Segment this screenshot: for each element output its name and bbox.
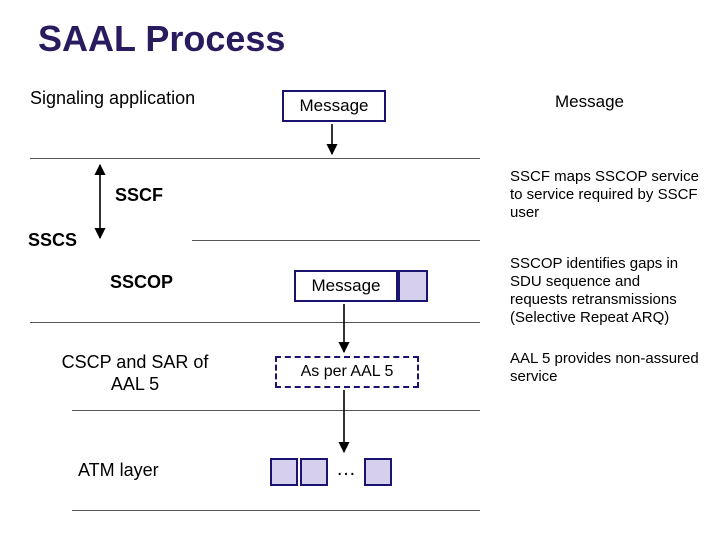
atm-cell — [300, 458, 328, 486]
atm-cell — [364, 458, 392, 486]
separator-line — [72, 510, 480, 511]
label-signaling-application: Signaling application — [30, 88, 195, 109]
desc-sscop: SSCOP identifies gaps in SDU sequence an… — [510, 255, 700, 327]
separator-line — [72, 410, 480, 411]
label-sscs: SSCS — [28, 230, 77, 251]
label-sscf: SSCF — [115, 185, 163, 206]
text-message-header: Message — [555, 92, 624, 112]
separator-line — [192, 240, 480, 241]
atm-cell — [270, 458, 298, 486]
box-sscop-trailer — [398, 270, 428, 302]
box-message-top: Message — [282, 90, 386, 122]
label-sscop: SSCOP — [110, 272, 173, 293]
desc-aal5: AAL 5 provides non-assured service — [510, 350, 700, 386]
page-title: SAAL Process — [38, 18, 285, 60]
label-cscp-sar: CSCP and SAR of AAL 5 — [55, 352, 215, 395]
desc-sscf: SSCF maps SSCOP service to service requi… — [510, 168, 700, 222]
separator-line — [30, 322, 480, 323]
box-as-per-aal5: As per AAL 5 — [275, 356, 419, 388]
label-atm-layer: ATM layer — [78, 460, 159, 481]
separator-line — [30, 158, 480, 159]
ellipsis: … — [336, 458, 358, 481]
box-message-mid: Message — [294, 270, 398, 302]
